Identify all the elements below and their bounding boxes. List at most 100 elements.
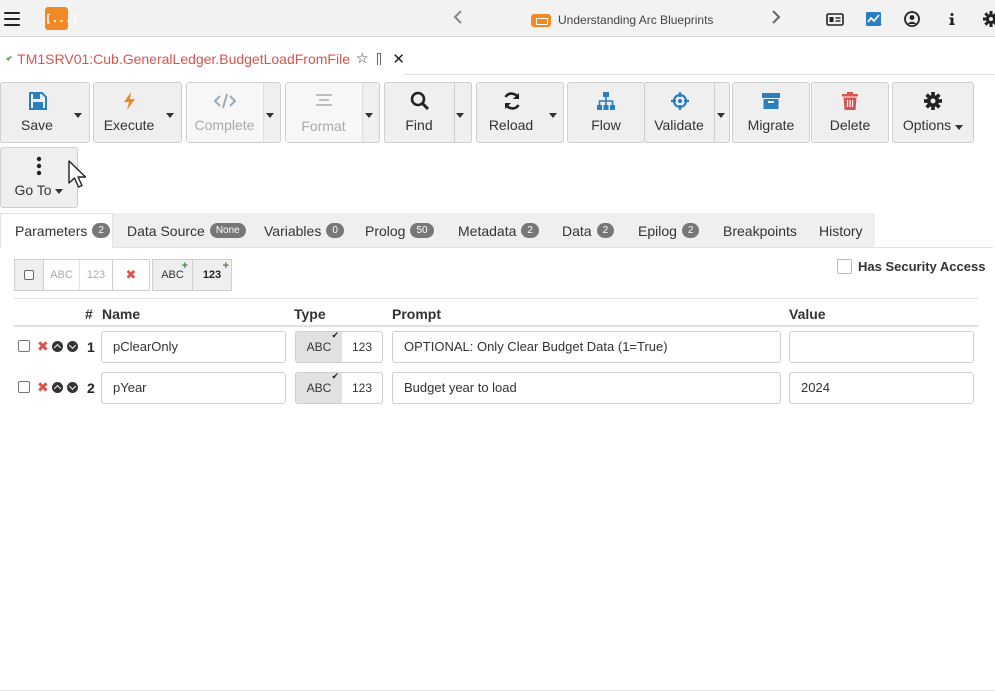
tab-label: History [819,222,863,239]
file-tab[interactable]: TM1SRV01:Cub.GeneralLedger.BudgetLoadFro… [0,44,405,75]
tab-prolog[interactable]: Prolog 50 [351,213,444,248]
bookmark-icon[interactable] [376,52,382,65]
tab-label: Epilog [638,222,677,239]
menu-icon[interactable] [4,12,20,26]
ellipsis-vertical-icon [36,156,42,176]
gear-icon[interactable] [982,10,995,28]
bulk-abc-button[interactable]: ABC [44,260,80,290]
add-abc-label: ABC [161,269,184,281]
activity-icon[interactable] [865,10,883,28]
row-checkbox[interactable] [18,340,30,352]
search-icon [410,91,430,111]
crosshairs-icon [671,92,689,110]
sitemap-icon [597,92,615,110]
save-button[interactable]: Save [0,82,90,143]
has-security-access-checkbox[interactable] [837,259,852,274]
table-row: ✖ 1 pClearOnly ABC ✔ 123 OPTIONAL: Only C… [14,328,978,369]
tab-epilog[interactable]: Epilog 2 [624,213,709,248]
has-security-access-label: Has Security Access [858,259,986,274]
row-checkbox[interactable] [18,381,30,393]
move-down-icon[interactable] [67,382,78,393]
mouse-cursor-icon [68,160,87,188]
tab-data[interactable]: Data 2 [548,213,624,248]
select-all-checkbox[interactable] [15,260,44,290]
migrate-button[interactable]: Migrate [732,82,810,143]
complete-dropdown-caret[interactable] [266,113,274,118]
gear-icon [924,92,942,110]
tab-badge: None [209,223,246,238]
delete-row-icon[interactable]: ✖ [37,339,49,353]
chevron-right-icon[interactable] [771,9,781,28]
id-card-icon[interactable] [826,10,844,28]
tab-label: Parameters [15,222,88,239]
star-icon[interactable]: ☆ [356,50,369,67]
align-icon [316,94,332,106]
tab-parameters[interactable]: Parameters 2 [0,213,113,248]
top-bar: [...] Understanding Arc Blueprints [0,0,995,37]
type-123-option[interactable]: 123 [342,332,382,362]
tab-badge: 2 [681,223,700,238]
move-up-icon[interactable] [52,341,63,352]
tab-history[interactable]: History [805,213,875,248]
info-icon[interactable] [943,10,961,28]
bulk-123-button[interactable]: 123 [80,260,113,290]
param-name-input[interactable]: pClearOnly [101,331,286,363]
find-button[interactable]: Find [384,82,472,143]
type-abc-option[interactable]: ABC ✔ [296,330,342,362]
execute-dropdown-caret[interactable] [166,113,174,118]
validate-button[interactable]: Validate [644,82,730,143]
complete-label: Complete [194,117,255,133]
arc-logo-icon[interactable]: [...] [45,7,78,30]
save-dropdown-caret[interactable] [74,113,82,118]
tab-badge: 2 [596,223,615,238]
reload-dropdown-caret[interactable] [549,113,557,118]
archive-box-icon [762,93,780,109]
tab-metadata[interactable]: Metadata 2 [444,213,548,248]
add-numeric-param-button[interactable]: 123 + [193,260,231,290]
execute-button[interactable]: Execute [93,82,182,143]
delete-button[interactable]: Delete [811,82,889,143]
find-dropdown-caret[interactable] [456,113,464,118]
chevron-left-icon[interactable] [453,9,463,28]
format-label: Format [301,118,346,134]
reload-button[interactable]: Reload [476,82,564,143]
complete-button[interactable]: Complete [186,82,281,143]
tab-variables[interactable]: Variables 0 [250,213,351,248]
blueprint-link[interactable]: Understanding Arc Blueprints [531,13,713,27]
file-tab-title: TM1SRV01:Cub.GeneralLedger.BudgetLoadFro… [17,50,350,67]
has-security-access[interactable]: Has Security Access [837,259,985,274]
save-label: Save [21,117,53,133]
tab-badge: 2 [92,223,110,238]
tab-label: Data Source [127,222,205,239]
flow-button[interactable]: Flow [567,82,645,143]
options-button[interactable]: Options [892,82,974,143]
bulk-delete-button[interactable]: ✖ [113,260,149,290]
goto-button[interactable]: Go To [0,147,78,208]
code-icon [214,93,236,109]
param-prompt-input[interactable]: Budget year to load [392,372,781,404]
param-prompt-input[interactable]: OPTIONAL: Only Clear Budget Data (1=True… [392,331,781,363]
close-icon[interactable]: ✕ [392,50,405,68]
validate-dropdown-caret[interactable] [717,113,725,118]
move-up-icon[interactable] [52,382,63,393]
type-abc-label: ABC [306,381,332,395]
user-circle-icon[interactable] [903,10,921,28]
format-dropdown-caret[interactable] [365,113,373,118]
column-header-name: Name [102,306,141,322]
tab-data-source[interactable]: Data Source None [113,213,250,248]
param-value-input[interactable]: 2024 [789,372,974,404]
add-123-label: 123 [202,269,222,281]
add-parameter-group: ABC + 123 + [152,259,232,291]
type-abc-option[interactable]: ABC ✔ [296,371,342,403]
type-123-option[interactable]: 123 [342,373,382,403]
param-name-input[interactable]: pYear [101,372,286,404]
move-down-icon[interactable] [67,341,78,352]
add-string-param-button[interactable]: ABC + [153,260,193,290]
param-type-toggle: ABC ✔ 123 [295,371,383,404]
param-value-input[interactable] [789,331,974,363]
format-button[interactable]: Format [285,82,380,143]
tab-breakpoints[interactable]: Breakpoints [709,213,805,248]
delete-row-icon[interactable]: ✖ [37,380,49,394]
bulk-edit-group: ABC 123 ✖ [14,259,150,291]
goto-dropdown-caret [55,189,63,194]
